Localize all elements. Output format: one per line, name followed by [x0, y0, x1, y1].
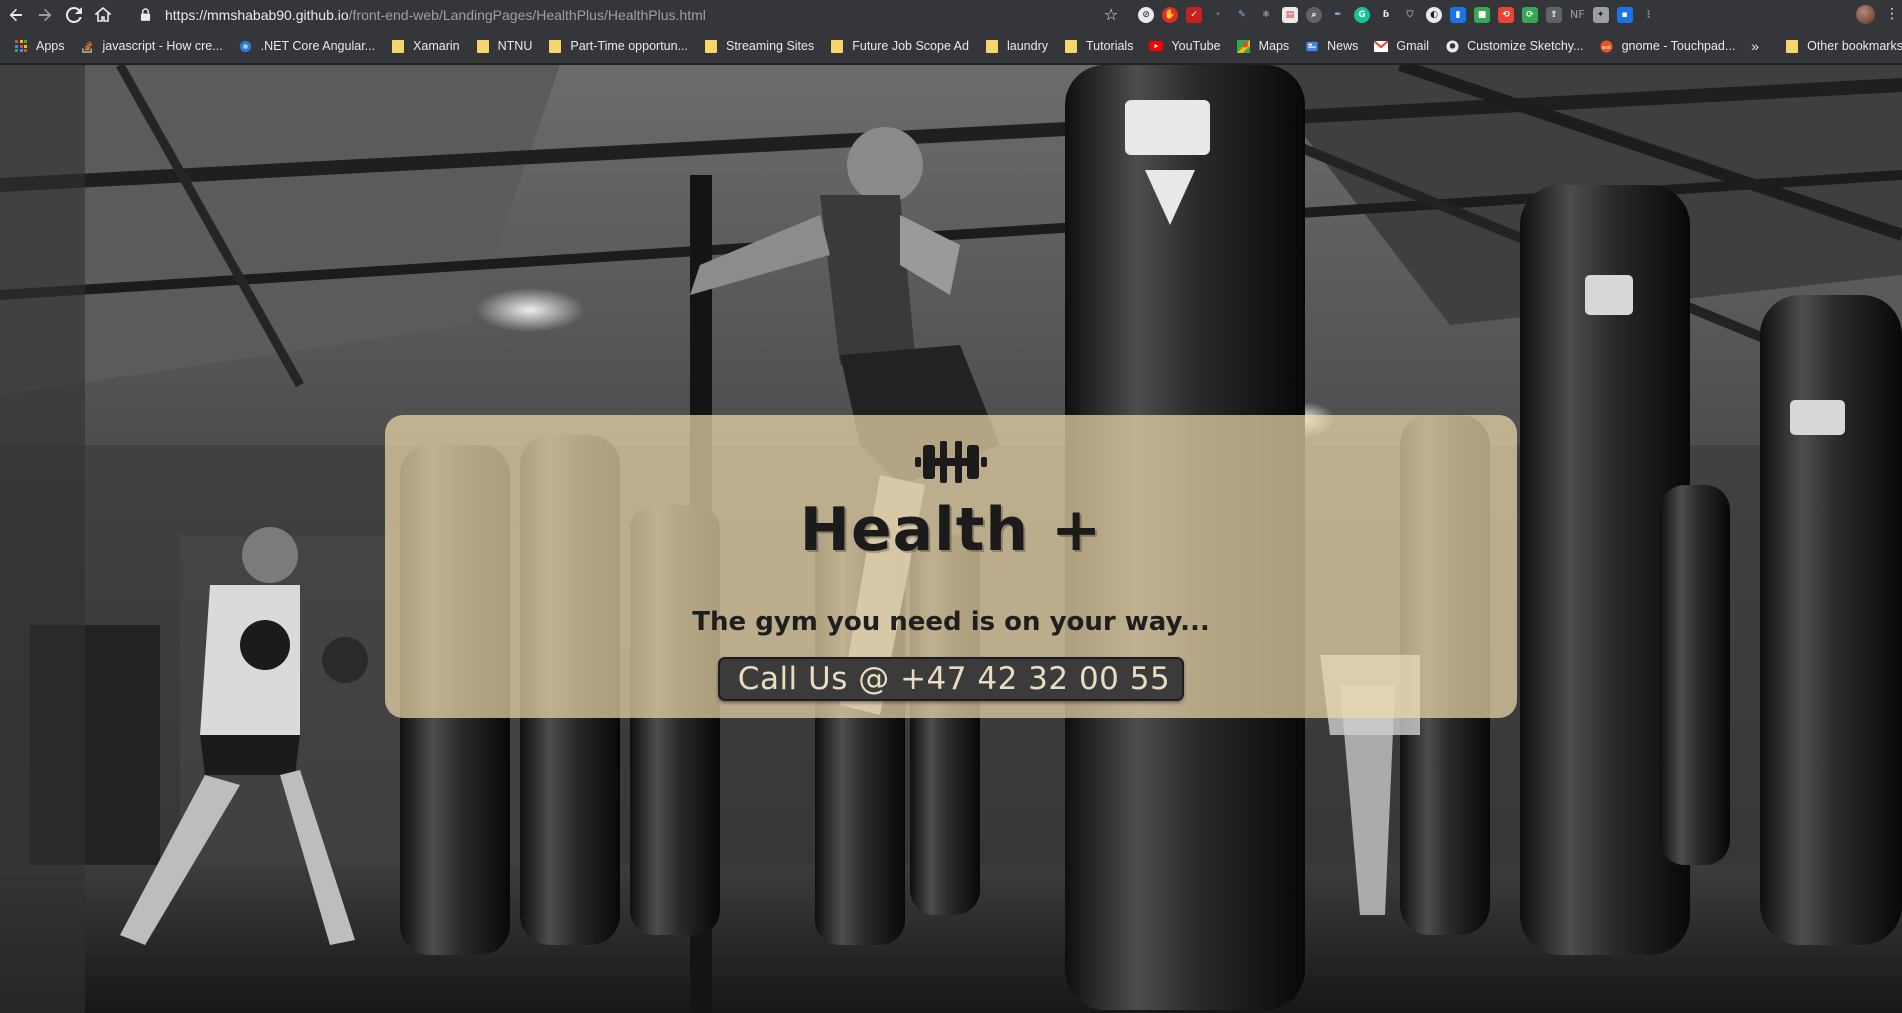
dotnet-icon	[239, 39, 253, 53]
bookmark-other[interactable]: Other bookmarks	[1781, 34, 1902, 58]
askubuntu-icon: ask	[1600, 39, 1614, 53]
forward-arrow-icon[interactable]	[32, 2, 58, 28]
profile-avatar[interactable]	[1856, 5, 1875, 24]
extension-grammarly-icon[interactable]: G	[1354, 6, 1370, 23]
bookmark-label: News	[1327, 39, 1359, 53]
back-arrow-icon[interactable]	[3, 2, 29, 28]
extension-grey-icon[interactable]: ✦	[1592, 6, 1609, 23]
bookmark-label: laundry	[1006, 39, 1048, 53]
maps-icon	[1237, 39, 1251, 53]
github-icon	[1445, 39, 1459, 53]
reload-icon[interactable]	[61, 2, 87, 28]
svg-text:ask: ask	[1602, 44, 1612, 50]
page-viewport: Health + The gym you need is on your way…	[0, 65, 1902, 1013]
bookmark-stackoverflow[interactable]: javascript - How cre...	[77, 34, 227, 58]
extension-eyedropper-icon[interactable]: ✎	[1234, 7, 1250, 23]
extension-red-icon[interactable]: ✓	[1186, 6, 1202, 23]
bookmark-label: YouTube	[1171, 39, 1221, 53]
bookmark-folder-ntnu[interactable]: NTNU	[472, 34, 537, 58]
dumbbell-logo-icon	[911, 435, 991, 489]
bookmark-label: gnome - Touchpad...	[1621, 39, 1736, 53]
extension-shield-icon[interactable]: ⛉	[1402, 7, 1418, 23]
folder-icon	[1064, 39, 1078, 53]
bookmark-label: Customize Sketchy...	[1467, 39, 1584, 53]
gmail-icon	[1374, 39, 1389, 53]
bookmark-apps[interactable]: Apps	[10, 34, 69, 58]
extension-orange-icon[interactable]: ⟲	[1498, 6, 1514, 23]
menu-kebab-icon[interactable]: ⋮	[1885, 5, 1899, 24]
stackoverflow-icon	[81, 39, 95, 53]
extension-brush-icon[interactable]: ɓ	[1378, 7, 1394, 23]
folder-icon	[985, 39, 999, 53]
bookmark-news[interactable]: News	[1301, 34, 1362, 58]
folder-icon	[476, 39, 490, 53]
call-us-button[interactable]: Call Us @ +47 42 32 00 55	[717, 657, 1185, 701]
bookmark-label: Maps	[1258, 39, 1290, 53]
bookmark-label: Tutorials	[1085, 39, 1134, 53]
extension-export-icon[interactable]: ⇪	[1546, 6, 1562, 23]
bookmark-folder-part-time[interactable]: Part-Time opportun...	[544, 34, 692, 58]
lock-icon	[140, 8, 152, 22]
bookmark-gmail[interactable]: Gmail	[1370, 34, 1433, 58]
bookmark-folder-xamarin[interactable]: Xamarin	[387, 34, 464, 58]
bookmark-label: Future Job Scope Ad	[852, 39, 969, 53]
bookmark-askubuntu[interactable]: ask gnome - Touchpad...	[1596, 34, 1740, 58]
extension-search-icon[interactable]: ⌕	[1306, 6, 1322, 23]
bookmark-folder-streaming[interactable]: Streaming Sites	[700, 34, 818, 58]
folder-icon	[548, 39, 562, 53]
extension-react-icon[interactable]: ⚛	[1258, 7, 1274, 23]
folder-icon	[830, 39, 844, 53]
bookmarks-overflow-chevron[interactable]: »	[1751, 38, 1759, 54]
extensions-bar: ⊘ ✋ ✓ • ✎ ⚛ ▤ ⌕ ✒ G ɓ ⛉ ◐ ▮ ■ ⟲ ⟳ ⇪ NF ✦…	[1138, 4, 1657, 25]
extension-blocker-icon[interactable]: ⊘	[1138, 6, 1154, 23]
bookmark-label: Apps	[36, 39, 65, 53]
news-icon	[1305, 39, 1319, 53]
bookmark-youtube[interactable]: YouTube	[1145, 34, 1224, 58]
extension-calendar-icon[interactable]: ▤	[1282, 6, 1298, 23]
bookmark-maps[interactable]: Maps	[1233, 34, 1294, 58]
tagline: The gym you need is on your way...	[692, 607, 1210, 637]
apps-grid-icon	[14, 39, 28, 53]
address-bar[interactable]: https://mmshabab90.github.io/front-end-w…	[140, 3, 1120, 26]
bookmark-label: Streaming Sites	[726, 39, 815, 53]
bookmark-star-icon[interactable]: ☆	[1101, 4, 1121, 24]
bookmark-label: Xamarin	[413, 39, 460, 53]
extension-circle-icon[interactable]: ◐	[1426, 6, 1442, 23]
bookmark-label: .NET Core Angular...	[260, 39, 376, 53]
hero-card: Health + The gym you need is on your way…	[385, 415, 1517, 718]
bookmark-label: Gmail	[1396, 39, 1430, 53]
youtube-icon	[1149, 39, 1164, 53]
home-icon[interactable]	[90, 2, 116, 28]
url-path: /front-end-web/LandingPages/HealthPlus/H…	[348, 6, 706, 23]
extension-refresh-icon[interactable]: ⟳	[1522, 6, 1538, 23]
extension-dim-icon[interactable]: •	[1210, 7, 1226, 23]
extension-blue-icon[interactable]: ▪	[1616, 6, 1633, 23]
folder-icon	[704, 39, 718, 53]
extension-nf-text[interactable]: NF	[1570, 7, 1585, 23]
folder-icon	[391, 39, 405, 53]
brand-title: Health +	[799, 495, 1103, 565]
browser-toolbar: https://mmshabab90.github.io/front-end-w…	[0, 0, 1902, 29]
bookmark-dotnet[interactable]: .NET Core Angular...	[235, 34, 379, 58]
bookmark-folder-tutorials[interactable]: Tutorials	[1060, 34, 1137, 58]
bookmark-label: NTNU	[497, 39, 533, 53]
folder-icon	[1785, 39, 1799, 53]
bookmark-folder-future-job[interactable]: Future Job Scope Ad	[826, 34, 973, 58]
bookmark-label: Part-Time opportun...	[570, 39, 688, 53]
bookmark-github[interactable]: Customize Sketchy...	[1441, 34, 1587, 58]
bookmark-folder-laundry[interactable]: laundry	[981, 34, 1052, 58]
bookmarks-bar: Apps javascript - How cre... .NET Core A…	[0, 29, 1902, 64]
url-host: https://mmshabab90.github.io	[165, 6, 349, 23]
extension-chart-icon[interactable]: ▮	[1450, 6, 1466, 23]
extension-green-icon[interactable]: ■	[1474, 6, 1490, 23]
extension-pen-icon[interactable]: ✒	[1330, 7, 1346, 23]
extension-adblock-icon[interactable]: ✋	[1162, 6, 1178, 23]
bookmark-label: Other bookmarks	[1807, 39, 1902, 53]
extension-puzzle-icon[interactable]: ⋮	[1641, 7, 1657, 23]
bookmark-label: javascript - How cre...	[102, 39, 223, 53]
